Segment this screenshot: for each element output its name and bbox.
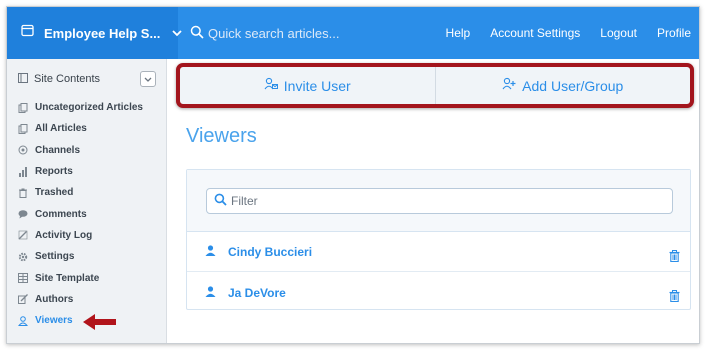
search-input[interactable]: Quick search articles...: [208, 26, 340, 41]
sidebar-item-activity-log[interactable]: Activity Log: [18, 225, 163, 246]
site-icon: [21, 24, 34, 42]
add-user-group-button[interactable]: Add User/Group: [434, 67, 691, 104]
list-item: Ja DeVore: [187, 273, 690, 312]
site-contents-header: Site Contents: [18, 69, 156, 89]
sidebar-item-label: Uncategorized Articles: [35, 102, 143, 114]
sidebar-item-uncategorized-articles[interactable]: Uncategorized Articles: [18, 97, 163, 118]
sidebar-item-label: Comments: [35, 208, 87, 220]
list-item: Cindy Buccieri: [187, 233, 690, 272]
sidebar-item-label: Settings: [35, 251, 75, 263]
sidebar-item-authors[interactable]: Authors: [18, 289, 163, 310]
user-icon: [205, 285, 216, 300]
user-name-link[interactable]: Cindy Buccieri: [228, 245, 312, 259]
user-icon: [205, 245, 216, 259]
sidebar-item-label: Viewers: [35, 315, 73, 327]
viewer-actions-bar: Invite User Add User/Group: [176, 63, 694, 108]
top-bar: Employee Help S... Quick search articles…: [7, 7, 699, 59]
top-nav: Help Account Settings Logout Profile: [446, 7, 691, 59]
chevron-down-icon[interactable]: [140, 71, 156, 87]
nav-logout[interactable]: Logout: [600, 26, 637, 40]
sidebar-item-site-template[interactable]: Site Template: [18, 267, 163, 288]
site-switcher[interactable]: Employee Help S...: [7, 7, 182, 59]
articles-icon: [18, 102, 28, 113]
sidebar-item-label: Reports: [35, 166, 73, 178]
sidebar-item-reports[interactable]: Reports: [18, 161, 163, 182]
activity-icon: [18, 230, 28, 240]
main-content: Invite User Add User/Group Viewers Filte…: [168, 59, 699, 343]
comments-icon: [18, 209, 28, 219]
trash-icon: [18, 188, 28, 198]
gear-icon: [18, 252, 28, 262]
sidebar-item-label: Site Template: [35, 272, 100, 284]
sidebar-item-label: Trashed: [35, 187, 74, 199]
sidebar: Site Contents Uncategorized Articles All…: [7, 59, 167, 343]
viewers-panel: Filter Cindy Buccieri Ja DeVore: [186, 169, 691, 310]
add-user-icon: [502, 77, 516, 94]
contents-icon: [18, 72, 28, 86]
page-title: Viewers: [186, 125, 257, 147]
invite-user-button[interactable]: Invite User: [180, 67, 435, 104]
sidebar-item-trashed[interactable]: Trashed: [18, 182, 163, 203]
authors-icon: [18, 294, 28, 305]
sidebar-item-all-articles[interactable]: All Articles: [18, 118, 163, 139]
channels-icon: [18, 145, 28, 155]
nav-help[interactable]: Help: [446, 26, 471, 40]
sidebar-item-channels[interactable]: Channels: [18, 140, 163, 161]
reports-icon: [18, 166, 28, 177]
sidebar-item-label: All Articles: [35, 123, 87, 135]
annotation-arrow-icon: [83, 314, 116, 330]
invite-user-label: Invite User: [283, 77, 351, 94]
sidebar-item-label: Channels: [35, 144, 81, 156]
invite-user-icon: [264, 77, 278, 94]
template-icon: [18, 273, 28, 284]
search-icon: [190, 25, 204, 42]
filter-area: Filter: [187, 170, 690, 232]
user-name-link[interactable]: Ja DeVore: [228, 286, 286, 300]
search-box[interactable]: Quick search articles...: [190, 7, 340, 59]
trash-icon[interactable]: [669, 290, 680, 305]
articles-icon: [18, 123, 28, 134]
sidebar-list: Uncategorized Articles All Articles Chan…: [18, 97, 163, 331]
filter-placeholder: Filter: [231, 194, 258, 208]
sidebar-item-settings[interactable]: Settings: [18, 246, 163, 267]
app-window: Employee Help S... Quick search articles…: [6, 6, 700, 344]
filter-input[interactable]: Filter: [206, 188, 673, 214]
site-name: Employee Help S...: [44, 25, 161, 41]
add-user-group-label: Add User/Group: [522, 77, 624, 94]
sidebar-item-label: Activity Log: [35, 229, 93, 241]
trash-icon[interactable]: [669, 250, 680, 265]
site-contents-label: Site Contents: [34, 73, 101, 85]
viewers-icon: [18, 315, 28, 326]
search-icon: [214, 193, 227, 209]
sidebar-item-comments[interactable]: Comments: [18, 203, 163, 224]
sidebar-item-label: Authors: [35, 293, 74, 305]
chevron-down-icon[interactable]: [172, 24, 182, 42]
nav-profile[interactable]: Profile: [657, 26, 691, 40]
nav-account-settings[interactable]: Account Settings: [490, 26, 580, 40]
